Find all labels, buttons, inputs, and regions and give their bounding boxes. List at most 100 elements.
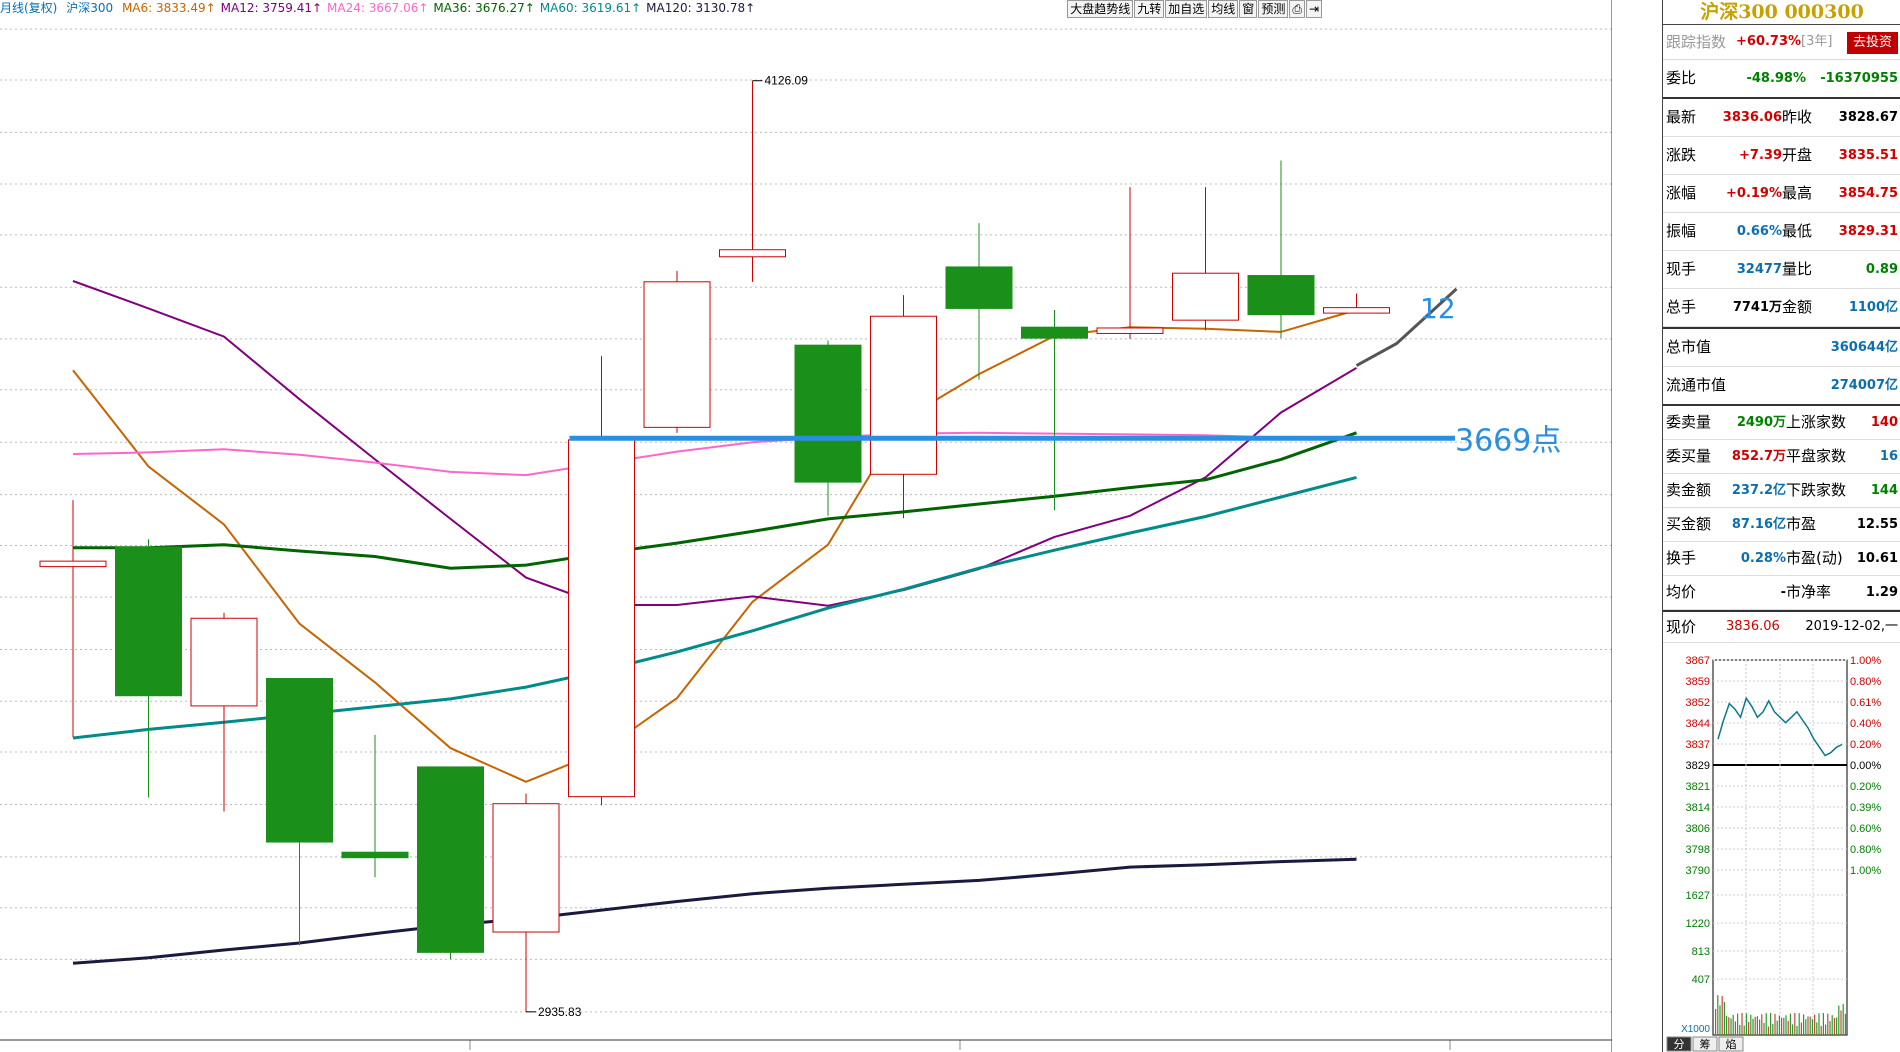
mini-vol-bar bbox=[1763, 1022, 1765, 1035]
mkt-float-row: 流通市值 274007亿 bbox=[1663, 367, 1900, 406]
quote-label: 最新 bbox=[1666, 108, 1697, 126]
quote-row: 涨跌 +7.39 开盘 3835.51 bbox=[1663, 137, 1900, 175]
candle[interactable] bbox=[1172, 187, 1239, 331]
candle[interactable] bbox=[643, 270, 711, 433]
candle[interactable] bbox=[1096, 187, 1164, 339]
quote-label: 总手 bbox=[1666, 298, 1697, 316]
toolbar-button[interactable]: ⇥ bbox=[1305, 0, 1322, 18]
candle-body bbox=[1247, 275, 1315, 316]
candle-body bbox=[492, 803, 560, 933]
toolbar-button[interactable]: 窗 bbox=[1239, 0, 1258, 18]
mini-vol-bar bbox=[1754, 1016, 1756, 1035]
quote-label: 涨跌 bbox=[1666, 146, 1697, 164]
candle[interactable] bbox=[1247, 160, 1315, 339]
mini-vol-bar bbox=[1816, 1022, 1818, 1035]
quote-label: 买金额 bbox=[1666, 515, 1712, 533]
mini-vol-bar bbox=[1761, 1014, 1763, 1035]
candle[interactable] bbox=[945, 223, 1013, 380]
quote-value: 2490万 bbox=[1736, 415, 1786, 430]
quote-value: 3854.75 bbox=[1838, 186, 1898, 201]
candle[interactable] bbox=[190, 612, 258, 812]
ma-legend-item: MA12: 3759.41↑ bbox=[220, 1, 323, 15]
quote-label: 下跌家数 bbox=[1786, 481, 1847, 499]
toolbar-button[interactable]: 大盘趋势线 bbox=[1067, 0, 1134, 18]
toolbar-button[interactable]: 九转 bbox=[1134, 0, 1165, 18]
candle[interactable] bbox=[341, 734, 409, 878]
kline-chart[interactable]: 4192412740603994392938623796373136643597… bbox=[0, 0, 1612, 1052]
quote-row: 均价 - 市净率 1.29 bbox=[1663, 576, 1900, 610]
candle[interactable] bbox=[115, 539, 182, 798]
ma-legend-item: MA60: 3619.61↑ bbox=[539, 1, 642, 15]
mini-vol-bar bbox=[1829, 1021, 1831, 1035]
quote-value: - bbox=[1780, 585, 1786, 600]
mini-left-tick: 3806 bbox=[1686, 823, 1710, 835]
candle[interactable] bbox=[719, 80, 786, 282]
candle[interactable] bbox=[794, 340, 862, 516]
quote-label: 平盘家数 bbox=[1786, 447, 1847, 465]
quote-value: 3836.06 bbox=[1722, 110, 1782, 125]
mini-right-tick: 1.00% bbox=[1850, 865, 1881, 877]
quote-value: +7.39 bbox=[1739, 148, 1782, 163]
candle[interactable] bbox=[492, 793, 560, 1012]
ma-legend-item: MA24: 3667.06↑ bbox=[327, 1, 429, 15]
toolbar-button[interactable]: 加自选 bbox=[1165, 0, 1208, 18]
quote-label: 最低 bbox=[1782, 222, 1813, 240]
quote-value: 3835.51 bbox=[1838, 148, 1898, 163]
candle[interactable] bbox=[266, 678, 333, 946]
mini-vol-bar bbox=[1811, 1019, 1813, 1035]
candle-body bbox=[190, 617, 258, 707]
quote-row: 总手 7741万 金额 1100亿 bbox=[1663, 289, 1900, 327]
mini-vol-bar bbox=[1781, 1017, 1783, 1035]
high-label: 4126.09 bbox=[765, 74, 809, 88]
candle-body bbox=[115, 546, 182, 697]
quote-value: 3829.31 bbox=[1838, 224, 1898, 239]
quote-value: 0.28% bbox=[1740, 551, 1786, 566]
mkt-total-row: 总市值 360644亿 bbox=[1663, 327, 1900, 367]
weibi-label: 委比 bbox=[1666, 69, 1697, 87]
mini-vol-bar bbox=[1743, 1025, 1745, 1035]
mini-left-tick: 3790 bbox=[1686, 865, 1710, 877]
intraday-minichart[interactable]: 3867 1.00% 3859 0.80% 3852 0.61% 3844 0.40% 3837… bbox=[1663, 640, 1900, 1052]
candle-body bbox=[643, 281, 711, 428]
mini-vol-unit: X1000 bbox=[1681, 1024, 1710, 1035]
mini-vol-bar bbox=[1818, 1013, 1820, 1035]
candle[interactable] bbox=[568, 356, 635, 806]
mini-vol-bar bbox=[1776, 1020, 1778, 1035]
invest-button[interactable]: 去投资 bbox=[1846, 32, 1898, 54]
quote-label: 委卖量 bbox=[1666, 413, 1712, 431]
candle[interactable] bbox=[870, 295, 937, 519]
quote-label: 振幅 bbox=[1666, 222, 1697, 240]
ma-legend-item: MA120: 3130.78↑ bbox=[646, 1, 756, 15]
mini-vol-bar bbox=[1745, 1013, 1747, 1035]
toolbar-button[interactable]: ⎙ bbox=[1289, 0, 1305, 18]
mini-vol-bar bbox=[1765, 1013, 1767, 1035]
mini-vol-bar bbox=[1752, 1018, 1754, 1035]
mini-vol-bar bbox=[1794, 1013, 1796, 1035]
candle[interactable] bbox=[417, 766, 484, 960]
mini-vol-bar bbox=[1759, 1019, 1761, 1035]
mini-left-tick: 3798 bbox=[1686, 844, 1710, 856]
kline-chart-area[interactable]: 4192412740603994392938623796373136643597… bbox=[0, 0, 1612, 1052]
track-value: +60.73% bbox=[1736, 34, 1802, 49]
toolbar-button[interactable]: 预测 bbox=[1258, 0, 1289, 18]
panel-title: 沪深300 000300 bbox=[1663, 0, 1900, 25]
mini-vol-bar bbox=[1723, 1002, 1725, 1035]
candle[interactable] bbox=[1323, 293, 1390, 314]
mini-vol-bar bbox=[1715, 1009, 1717, 1035]
mini-left-tick: 3844 bbox=[1686, 718, 1710, 730]
weibi-value: -16370955 bbox=[1820, 71, 1898, 86]
mini-vol-bar bbox=[1789, 1013, 1791, 1035]
toolbar-button[interactable]: 均线 bbox=[1208, 0, 1239, 18]
quote-row: 涨幅 +0.19% 最高 3854.75 bbox=[1663, 175, 1900, 213]
now-row: 现价 3836.06 2019-12-02,一 bbox=[1663, 610, 1900, 643]
level-annotation: 3669点 bbox=[1455, 423, 1561, 458]
ma-line bbox=[72, 280, 1358, 607]
mini-vol-bar bbox=[1807, 1016, 1809, 1035]
mini-left-tick: 3837 bbox=[1686, 739, 1710, 751]
quote-label: 量比 bbox=[1782, 260, 1813, 278]
quote-row: 现手 32477 量比 0.89 bbox=[1663, 251, 1900, 289]
mini-vol-bar bbox=[1840, 1010, 1842, 1035]
mini-vol-bar bbox=[1778, 1015, 1780, 1035]
candle[interactable] bbox=[1021, 309, 1088, 511]
mini-vol-bar bbox=[1717, 995, 1719, 1035]
